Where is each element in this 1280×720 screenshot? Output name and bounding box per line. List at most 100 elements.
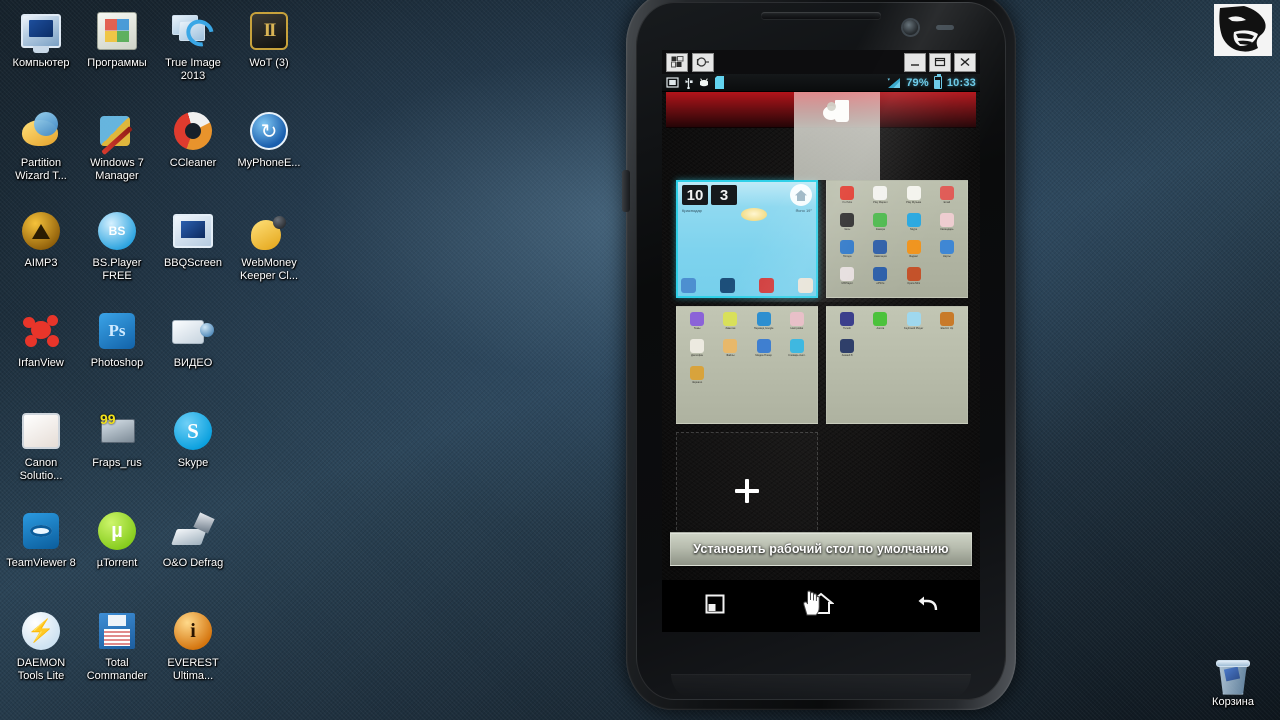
thumbnail-app-grid: YouTube Play Маркет Play Музыка Email Часы Ка… (831, 186, 963, 292)
bbqscreen-icon (170, 208, 216, 254)
app-label: Настройки (790, 327, 804, 330)
true-image-icon-art (172, 15, 214, 47)
trash-icon (823, 98, 851, 124)
desktop-icon-label: MyPhoneE... (237, 157, 301, 169)
volume-button[interactable] (622, 170, 630, 212)
thumbnail-app: Настройки (781, 312, 813, 338)
desktop-icon-ccleaner[interactable]: CCleaner (155, 104, 231, 204)
desktop-icon-canon-solution[interactable]: Canon Solutio... (3, 404, 79, 504)
app-icon (840, 312, 855, 326)
app-icon (906, 186, 921, 200)
recent-apps-button[interactable] (687, 586, 743, 626)
desktop-icon-everest[interactable]: i EVEREST Ultima... (155, 604, 231, 704)
thumbnail-app: Email (931, 186, 963, 212)
desktop-icon-video-folder[interactable]: ВИДЕО (155, 304, 231, 404)
back-button[interactable] (899, 586, 955, 626)
app-label: YouTube (842, 201, 853, 204)
desktop-icon-teamviewer[interactable]: TeamViewer 8 (3, 504, 79, 604)
desktop-icon-label: Windows 7 Manager (90, 157, 144, 182)
desktop-icon-label: IrfanView (18, 357, 64, 369)
desktop-icon-myphoneexplorer[interactable]: ↻ MyPhoneE... (231, 104, 307, 204)
maximize-button[interactable] (929, 52, 951, 72)
sdcard-icon (715, 76, 724, 89)
myphoneexplorer-icon-art: ↻ (250, 112, 288, 150)
homescreen-thumbnail-screen-2[interactable]: YouTube Play Маркет Play Музыка Email Часы Ка… (826, 180, 968, 298)
ccleaner-icon (170, 108, 216, 154)
programs-folder-icon-art (97, 12, 137, 50)
app-label: Зеркало (692, 381, 703, 384)
app-label: Медиа Плеер (755, 354, 772, 357)
close-button[interactable] (954, 52, 976, 72)
app-label: Погода (842, 255, 852, 258)
bsplayer-icon: BS (94, 208, 140, 254)
app-icon (873, 267, 888, 281)
thumbnail-app: Календарь (931, 213, 963, 239)
app-icon (939, 240, 954, 254)
homescreen-thumbnail-screen-3[interactable]: Темы Заметки Перевод Google Настройки Диктоф… (676, 306, 818, 424)
desktop-icon-bbqscreen[interactable]: BBQScreen (155, 204, 231, 304)
app-icon (939, 213, 954, 227)
desktop-icon-total-commander[interactable]: Total Commander (79, 604, 155, 704)
total-commander-icon-art (99, 613, 135, 649)
photoshop-icon-art: Ps (99, 313, 135, 349)
set-default-homescreen-button[interactable]: Установить рабочий стол по умолчанию (670, 532, 972, 566)
layout-windows-icon[interactable] (666, 52, 688, 72)
app-icon (906, 240, 921, 254)
desktop-icon-utorrent[interactable]: µ µTorrent (79, 504, 155, 604)
desktop-icon-label: TeamViewer 8 (6, 557, 76, 569)
desktop-icon-label: WoT (3) (249, 57, 289, 69)
desktop-icon-fraps[interactable]: Fraps_rus (79, 404, 155, 504)
app-icon (789, 312, 804, 326)
thumbnail-app: Зеркало (681, 366, 713, 392)
camera-icon (798, 278, 813, 293)
homescreen-thumbnail-screen-4[interactable]: TuneIn Aurora Keyboard Player Electric Up As… (826, 306, 968, 424)
true-image-icon (170, 8, 216, 54)
home-button[interactable] (793, 586, 849, 626)
thumbnail-app: Карты (931, 240, 963, 266)
teamviewer-icon-art (23, 513, 59, 549)
weather-condition: Ясно 19° (795, 208, 812, 213)
webmoney-icon (246, 208, 292, 254)
desktop-icon-bsplayer[interactable]: BS BS.Player FREE (79, 204, 155, 304)
app-label: Диктофон (691, 354, 704, 357)
world-of-tanks-icon-art: II (250, 12, 288, 50)
desktop-icon-computer[interactable]: Компьютер (3, 4, 79, 104)
recycle-bin[interactable]: Корзина (1196, 659, 1270, 709)
app-label: TuneIn (843, 327, 852, 330)
status-clock: 10:33 (946, 76, 976, 89)
minimize-button[interactable] (904, 52, 926, 72)
desktop-icon-partition-wizard[interactable]: Partition Wizard T... (3, 104, 79, 204)
app-label: Assault 8 (841, 354, 853, 357)
thumbnail-app: Часы (831, 213, 863, 239)
desktop-empty-slot (231, 604, 307, 704)
connection-plug-icon[interactable] (692, 52, 714, 72)
gallery-icon (681, 278, 696, 293)
desktop-icon-label: Компьютер (12, 57, 70, 69)
desktop-icon-oo-defrag[interactable]: O&O Defrag (155, 504, 231, 604)
app-label: Keyboard Player (904, 327, 924, 330)
desktop-icon-photoshop[interactable]: Ps Photoshop (79, 304, 155, 404)
desktop-icon-label: AIMP3 (24, 257, 58, 269)
app-icon (840, 267, 855, 281)
desktop-icon-true-image[interactable]: True Image 2013 (155, 4, 231, 104)
desktop-icon-webmoney[interactable]: WebMoney Keeper Cl... (231, 204, 307, 304)
desktop-icon-windows7-manager[interactable]: Windows 7 Manager (79, 104, 155, 204)
desktop-empty-slot (231, 404, 307, 504)
desktop-icon-irfanview[interactable]: IrfanView (3, 304, 79, 404)
desktop-icon-skype[interactable]: S Skype (155, 404, 231, 504)
app-label: Яндекс (909, 255, 918, 258)
desktop-icon-daemon-tools[interactable]: DAEMON Tools Lite (3, 604, 79, 704)
home-indicator-icon (790, 184, 812, 206)
app-label: Камера (875, 228, 885, 231)
app-icon (690, 339, 705, 353)
thumbnail-app: Electric Up (931, 312, 963, 338)
desktop-icon-aimp3[interactable]: AIMP3 (3, 204, 79, 304)
battery-percent-label: 79% (906, 76, 929, 89)
app-label: Play Музыка (906, 201, 922, 204)
delete-drop-target-highlight[interactable] (794, 92, 880, 180)
homescreen-thumbnail-screen-1[interactable]: 10 3 Краснодар Ясно 19° (676, 180, 818, 298)
earpiece-speaker (761, 12, 881, 19)
desktop-icon-programs-folder[interactable]: Программы (79, 4, 155, 104)
desktop-icon-world-of-tanks[interactable]: II WoT (3) (231, 4, 307, 104)
recycle-bin-icon (1216, 659, 1250, 696)
